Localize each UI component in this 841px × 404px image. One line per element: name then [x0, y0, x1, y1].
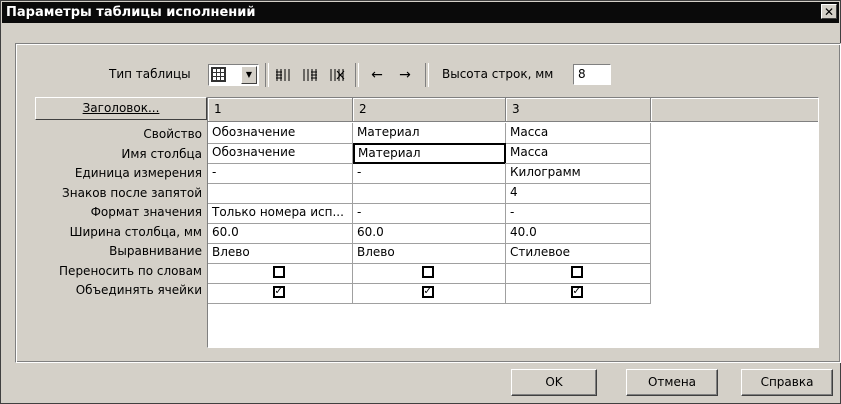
toolbar-separator — [355, 63, 359, 87]
dialog: Параметры таблицы исполнений ✕ Тип табли… — [0, 0, 841, 404]
merge-cells-checkbox[interactable]: ✓ — [421, 286, 434, 298]
move-right-icon[interactable]: → — [393, 64, 417, 86]
table-cell: ✓ — [506, 283, 651, 304]
table-cell[interactable]: - — [506, 203, 651, 224]
row-label: Выравнивание — [109, 244, 202, 258]
table-cell — [506, 263, 651, 284]
table-type-combo[interactable]: ▼ — [208, 64, 259, 86]
row-label: Формат значения — [90, 205, 202, 219]
table-cell[interactable]: - — [353, 163, 506, 184]
table-cell — [353, 263, 506, 284]
table-cell[interactable]: Только номера исп... — [208, 203, 353, 224]
ok-button[interactable]: OK — [511, 369, 597, 396]
title-bar: Параметры таблицы исполнений ✕ — [2, 2, 839, 23]
table-cell[interactable]: Обозначение — [208, 143, 353, 164]
toolbar-separator — [425, 63, 429, 87]
table-cell[interactable]: 60.0 — [353, 223, 506, 244]
window-title: Параметры таблицы исполнений — [6, 5, 256, 20]
column-header[interactable] — [651, 98, 818, 122]
table-cell — [208, 263, 353, 284]
table-cell[interactable]: Обозначение — [208, 123, 353, 144]
table-cell[interactable]: Материал — [353, 143, 506, 164]
table-cell[interactable] — [208, 183, 353, 204]
header-button[interactable]: Заголовок... — [35, 97, 207, 120]
insert-column-after-icon[interactable] — [298, 64, 322, 86]
row-label: Объединять ячейки — [75, 283, 202, 297]
table-grid-icon — [211, 67, 226, 82]
table-type-label: Тип таблицы — [109, 67, 191, 81]
row-label: Свойство — [143, 127, 202, 141]
table-cell[interactable]: Влево — [353, 243, 506, 264]
row-label: Переносить по словам — [59, 263, 202, 278]
row-label: Единица измерения — [74, 166, 202, 180]
table-cell[interactable]: - — [353, 203, 506, 224]
wrap-words-checkbox[interactable] — [570, 266, 583, 278]
toolbar-separator — [265, 63, 269, 87]
table-cell[interactable]: - — [208, 163, 353, 184]
cancel-button[interactable]: Отмена — [626, 369, 718, 396]
help-button[interactable]: Справка — [741, 369, 833, 396]
table-cell[interactable] — [353, 183, 506, 204]
wrap-words-checkbox[interactable] — [421, 266, 434, 278]
table-cell[interactable]: Стилевое — [506, 243, 651, 264]
column-header[interactable]: 1 — [208, 98, 353, 122]
table-cell[interactable]: Масса — [506, 123, 651, 144]
table-cell[interactable]: 40.0 — [506, 223, 651, 244]
header-button-label: Заголовок... — [82, 101, 160, 115]
table-grid[interactable]: 1 2 3 Обозначение Обозначение - Только номера … — [207, 97, 819, 348]
delete-column-icon[interactable] — [325, 64, 349, 86]
move-left-icon[interactable]: ← — [365, 64, 389, 86]
table-cell[interactable]: Масса — [506, 143, 651, 164]
column-header[interactable]: 3 — [506, 98, 651, 122]
table-cell: ✓ — [208, 283, 353, 304]
column-header[interactable]: 2 — [353, 98, 506, 122]
row-label: Знаков после запятой — [62, 185, 202, 200]
table-cell[interactable]: 60.0 — [208, 223, 353, 244]
table-cell[interactable]: Влево — [208, 243, 353, 264]
merge-cells-checkbox[interactable]: ✓ — [272, 286, 285, 298]
table-cell[interactable]: Килограмм — [506, 163, 651, 184]
wrap-words-checkbox[interactable] — [272, 266, 285, 278]
close-button[interactable]: ✕ — [821, 4, 837, 19]
row-label: Имя столбца — [121, 146, 202, 161]
insert-column-icon[interactable] — [271, 64, 295, 86]
merge-cells-checkbox[interactable]: ✓ — [570, 286, 583, 298]
row-height-label: Высота строк, мм — [442, 67, 554, 81]
table-cell: ✓ — [353, 283, 506, 304]
row-label: Ширина столбца, мм — [69, 224, 202, 239]
table-cell[interactable]: 4 — [506, 183, 651, 204]
table-cell[interactable]: Материал — [353, 123, 506, 144]
chevron-down-icon[interactable]: ▼ — [241, 66, 257, 84]
row-height-input[interactable]: 8 — [573, 64, 611, 85]
